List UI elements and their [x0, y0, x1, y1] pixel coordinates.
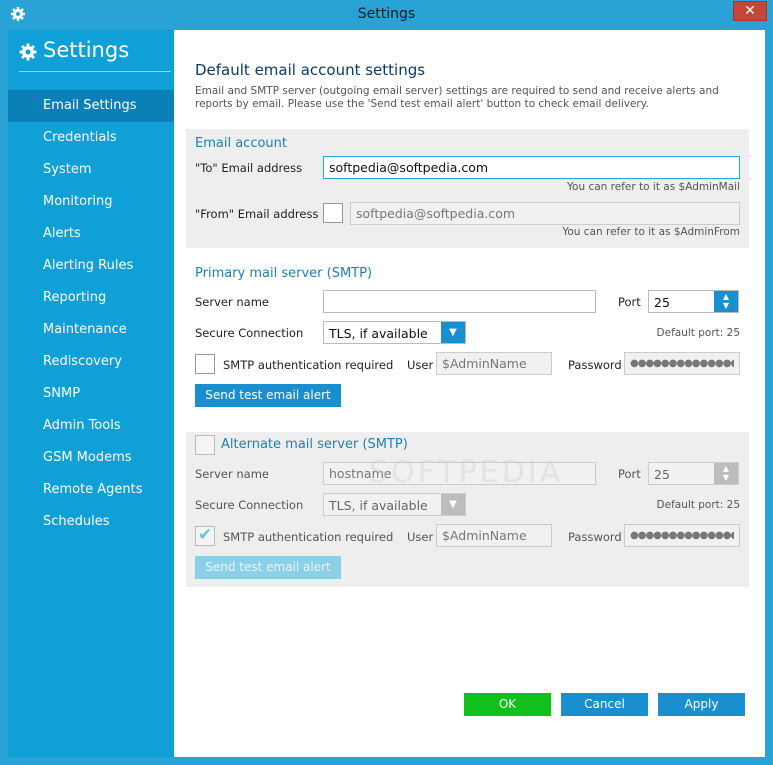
sidebar-item-schedules[interactable]: Schedules: [8, 506, 174, 538]
sidebar-item-admin-tools[interactable]: Admin Tools: [8, 410, 174, 442]
alternate-port-spinner[interactable]: 25 ▲ ▼: [648, 462, 739, 485]
primary-default-port: Default port: 25: [656, 327, 740, 339]
watermark: SOFTPEDIA: [369, 455, 564, 490]
primary-smtp-title: Primary mail server (SMTP): [195, 266, 373, 281]
ok-button[interactable]: OK: [464, 693, 551, 716]
alternate-server-label: Server name: [195, 467, 269, 481]
sidebar-item-maintenance[interactable]: Maintenance: [8, 314, 174, 346]
sidebar-item-alerts[interactable]: Alerts: [8, 218, 174, 250]
alternate-secure-select[interactable]: TLS, if available ▼: [323, 493, 466, 516]
alternate-auth-checkbox[interactable]: ✔: [195, 525, 215, 546]
alternate-secure-value: TLS, if available: [329, 498, 428, 513]
gear-icon: [19, 43, 37, 61]
from-email-hint: You can refer to it as $AdminFrom: [562, 226, 740, 238]
from-email-label: "From" Email address: [195, 207, 319, 221]
alternate-user-label: User: [407, 530, 434, 544]
alternate-auth-label: SMTP authentication required: [223, 530, 394, 544]
alternate-secure-label: Secure Connection: [195, 498, 304, 512]
window-title: Settings: [357, 6, 416, 22]
primary-port-spinner[interactable]: 25 ▲ ▼: [648, 290, 739, 313]
sidebar-item-remote-agents[interactable]: Remote Agents: [8, 474, 174, 506]
email-account-panel: Email account "To" Email address You can…: [186, 129, 749, 248]
sidebar-item-system[interactable]: System: [8, 154, 174, 186]
sidebar-item-rediscovery[interactable]: Rediscovery: [8, 346, 174, 378]
alternate-password-label: Password: [568, 530, 622, 544]
checkmark-icon: ✔: [198, 525, 213, 545]
primary-port-label: Port: [618, 295, 641, 309]
sidebar-item-credentials[interactable]: Credentials: [8, 122, 174, 154]
main-panel: Default email account settings Email and…: [174, 30, 765, 757]
to-email-hint: You can refer to it as $AdminMail: [567, 181, 740, 193]
alternate-smtp-title: Alternate mail server (SMTP): [221, 437, 408, 452]
to-email-input[interactable]: [323, 156, 740, 179]
alternate-send-test-button[interactable]: Send test email alert: [195, 556, 341, 579]
primary-password-label: Password: [568, 358, 622, 372]
alternate-enable-checkbox[interactable]: [195, 435, 215, 455]
sidebar-title: Settings: [43, 38, 130, 62]
apply-button[interactable]: Apply: [658, 693, 745, 716]
alternate-default-port: Default port: 25: [656, 499, 740, 511]
primary-user-input[interactable]: [436, 352, 552, 375]
alternate-port-value: 25: [654, 467, 670, 482]
sidebar-nav: Email Settings Credentials System Monito…: [8, 90, 174, 538]
primary-password-input[interactable]: [624, 352, 740, 375]
sidebar-item-email-settings[interactable]: Email Settings: [8, 90, 174, 122]
sidebar-heading: Settings: [19, 38, 171, 72]
chevron-down-icon[interactable]: ▼: [441, 322, 465, 343]
primary-port-value: 25: [654, 295, 670, 310]
page-description: Email and SMTP server (outgoing email se…: [195, 85, 719, 110]
sidebar-item-reporting[interactable]: Reporting: [8, 282, 174, 314]
sidebar: Settings Email Settings Credentials Syst…: [8, 30, 174, 757]
spinner-arrows-icon[interactable]: ▲ ▼: [714, 463, 738, 484]
primary-auth-checkbox[interactable]: [195, 354, 215, 374]
to-email-label: "To" Email address: [195, 161, 303, 175]
primary-secure-value: TLS, if available: [329, 326, 428, 341]
email-account-title: Email account: [195, 136, 287, 151]
primary-server-input[interactable]: [323, 290, 596, 313]
sidebar-item-alerting-rules[interactable]: Alerting Rules: [8, 250, 174, 282]
spinner-arrows-icon[interactable]: ▲ ▼: [714, 291, 738, 312]
alternate-port-label: Port: [618, 467, 641, 481]
primary-send-test-button[interactable]: Send test email alert: [195, 384, 341, 407]
from-email-input[interactable]: [350, 202, 740, 225]
primary-secure-select[interactable]: TLS, if available ▼: [323, 321, 466, 344]
primary-server-label: Server name: [195, 295, 269, 309]
sidebar-item-snmp[interactable]: SNMP: [8, 378, 174, 410]
alternate-user-input[interactable]: [436, 524, 552, 547]
title-bar: Settings ✕: [0, 0, 773, 30]
sidebar-item-monitoring[interactable]: Monitoring: [8, 186, 174, 218]
from-email-checkbox[interactable]: [323, 203, 343, 223]
cancel-button[interactable]: Cancel: [561, 693, 648, 716]
sidebar-item-gsm-modems[interactable]: GSM Modems: [8, 442, 174, 474]
close-button[interactable]: ✕: [733, 1, 767, 21]
primary-user-label: User: [407, 358, 434, 372]
primary-secure-label: Secure Connection: [195, 326, 304, 340]
primary-auth-label: SMTP authentication required: [223, 358, 394, 372]
chevron-down-icon[interactable]: ▼: [441, 494, 465, 515]
page-title: Default email account settings: [195, 61, 426, 79]
alternate-password-input[interactable]: [624, 524, 740, 547]
